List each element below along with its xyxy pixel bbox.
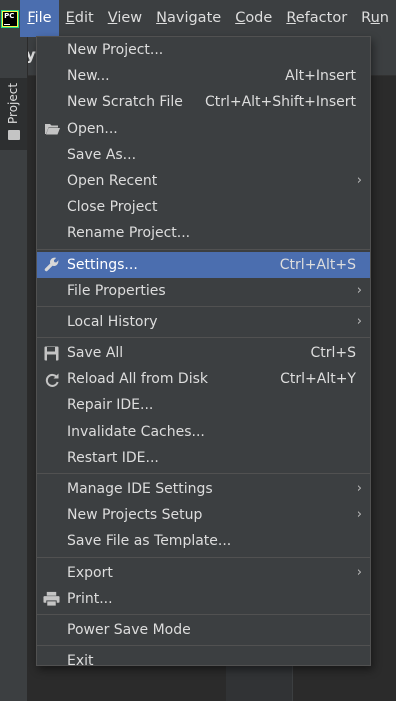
submenu-arrow-icon: › (356, 313, 362, 329)
submenu-arrow-icon: › (356, 481, 362, 496)
menu-item-close-project[interactable]: Close Project (37, 194, 370, 220)
submenu-arrow-icon: › (356, 507, 362, 523)
menu-item-new[interactable]: New... Alt+Insert (37, 63, 370, 89)
menu-item-file-properties[interactable]: File Properties › (37, 278, 370, 304)
open-folder-icon (43, 121, 60, 138)
menu-item-open[interactable]: Open... (37, 116, 370, 142)
menu-code[interactable]: Code (228, 0, 279, 37)
menu-separator (37, 337, 370, 339)
menu-separator (37, 305, 370, 307)
menu-view[interactable]: View (101, 0, 149, 37)
menu-item-exit[interactable]: Exit (37, 648, 370, 674)
menu-item-reload-all[interactable]: Reload All from Disk Ctrl+Alt+Y (37, 366, 370, 392)
menu-item-manage-ide-settings[interactable]: Manage IDE Settings › (37, 476, 370, 502)
pycharm-logo-icon: PC (0, 0, 20, 37)
shortcut-label: Ctrl+S (310, 345, 356, 362)
menu-item-restart-ide[interactable]: Restart IDE... (37, 445, 370, 471)
menu-run[interactable]: Run (354, 0, 396, 37)
menu-item-print[interactable]: Print... (37, 586, 370, 612)
menu-item-save-file-as-template[interactable]: Save File as Template... (37, 528, 370, 554)
menu-item-save-all[interactable]: Save All Ctrl+S (37, 340, 370, 366)
menu-item-local-history[interactable]: Local History › (37, 309, 370, 335)
menu-separator (37, 556, 370, 558)
file-menu-dropdown: New Project... New... Alt+Insert New Scr… (36, 36, 371, 669)
menu-file[interactable]: File (20, 0, 59, 37)
menu-refactor[interactable]: Refactor (279, 0, 354, 37)
submenu-arrow-icon: › (356, 564, 362, 580)
menu-item-repair-ide[interactable]: Repair IDE... (37, 392, 370, 418)
shortcut-label: Ctrl+Alt+Shift+Insert (204, 94, 356, 111)
printer-icon (43, 591, 60, 608)
menu-item-open-recent[interactable]: Open Recent › (37, 168, 370, 194)
menu-item-power-save-mode[interactable]: Power Save Mode (37, 617, 370, 643)
settings-wrench-icon (43, 257, 60, 274)
menu-item-new-projects-setup[interactable]: New Projects Setup › (37, 502, 370, 528)
submenu-arrow-icon: › (356, 282, 362, 298)
menu-item-invalidate-caches[interactable]: Invalidate Caches... (37, 419, 370, 445)
menu-item-rename-project[interactable]: Rename Project... (37, 220, 370, 246)
menu-separator (37, 613, 370, 615)
shortcut-label: Ctrl+Alt+Y (280, 371, 356, 388)
submenu-arrow-icon: › (356, 172, 362, 188)
menu-separator (37, 473, 370, 474)
menu-item-export[interactable]: Export › (37, 560, 370, 586)
menu-separator (37, 248, 370, 250)
menu-item-new-scratch-file[interactable]: New Scratch File Ctrl+Alt+Shift+Insert (37, 89, 370, 115)
save-disk-icon (43, 345, 60, 362)
main-menu-bar: PC File Edit View Navigate Code Refactor… (0, 0, 396, 37)
menu-edit[interactable]: Edit (59, 0, 101, 37)
menu-item-save-as[interactable]: Save As... (37, 142, 370, 168)
shortcut-label: Ctrl+Alt+S (279, 256, 356, 273)
menu-separator (37, 645, 370, 647)
shortcut-label: Alt+Insert (285, 68, 356, 85)
menu-navigate[interactable]: Navigate (149, 0, 228, 37)
folder-icon (8, 130, 20, 140)
project-tab-label: Project (6, 82, 20, 124)
reload-icon (43, 371, 60, 388)
menu-item-new-project[interactable]: New Project... (37, 37, 370, 63)
logo-text: PC (4, 11, 15, 20)
menu-item-settings[interactable]: Settings... Ctrl+Alt+S (37, 251, 370, 278)
